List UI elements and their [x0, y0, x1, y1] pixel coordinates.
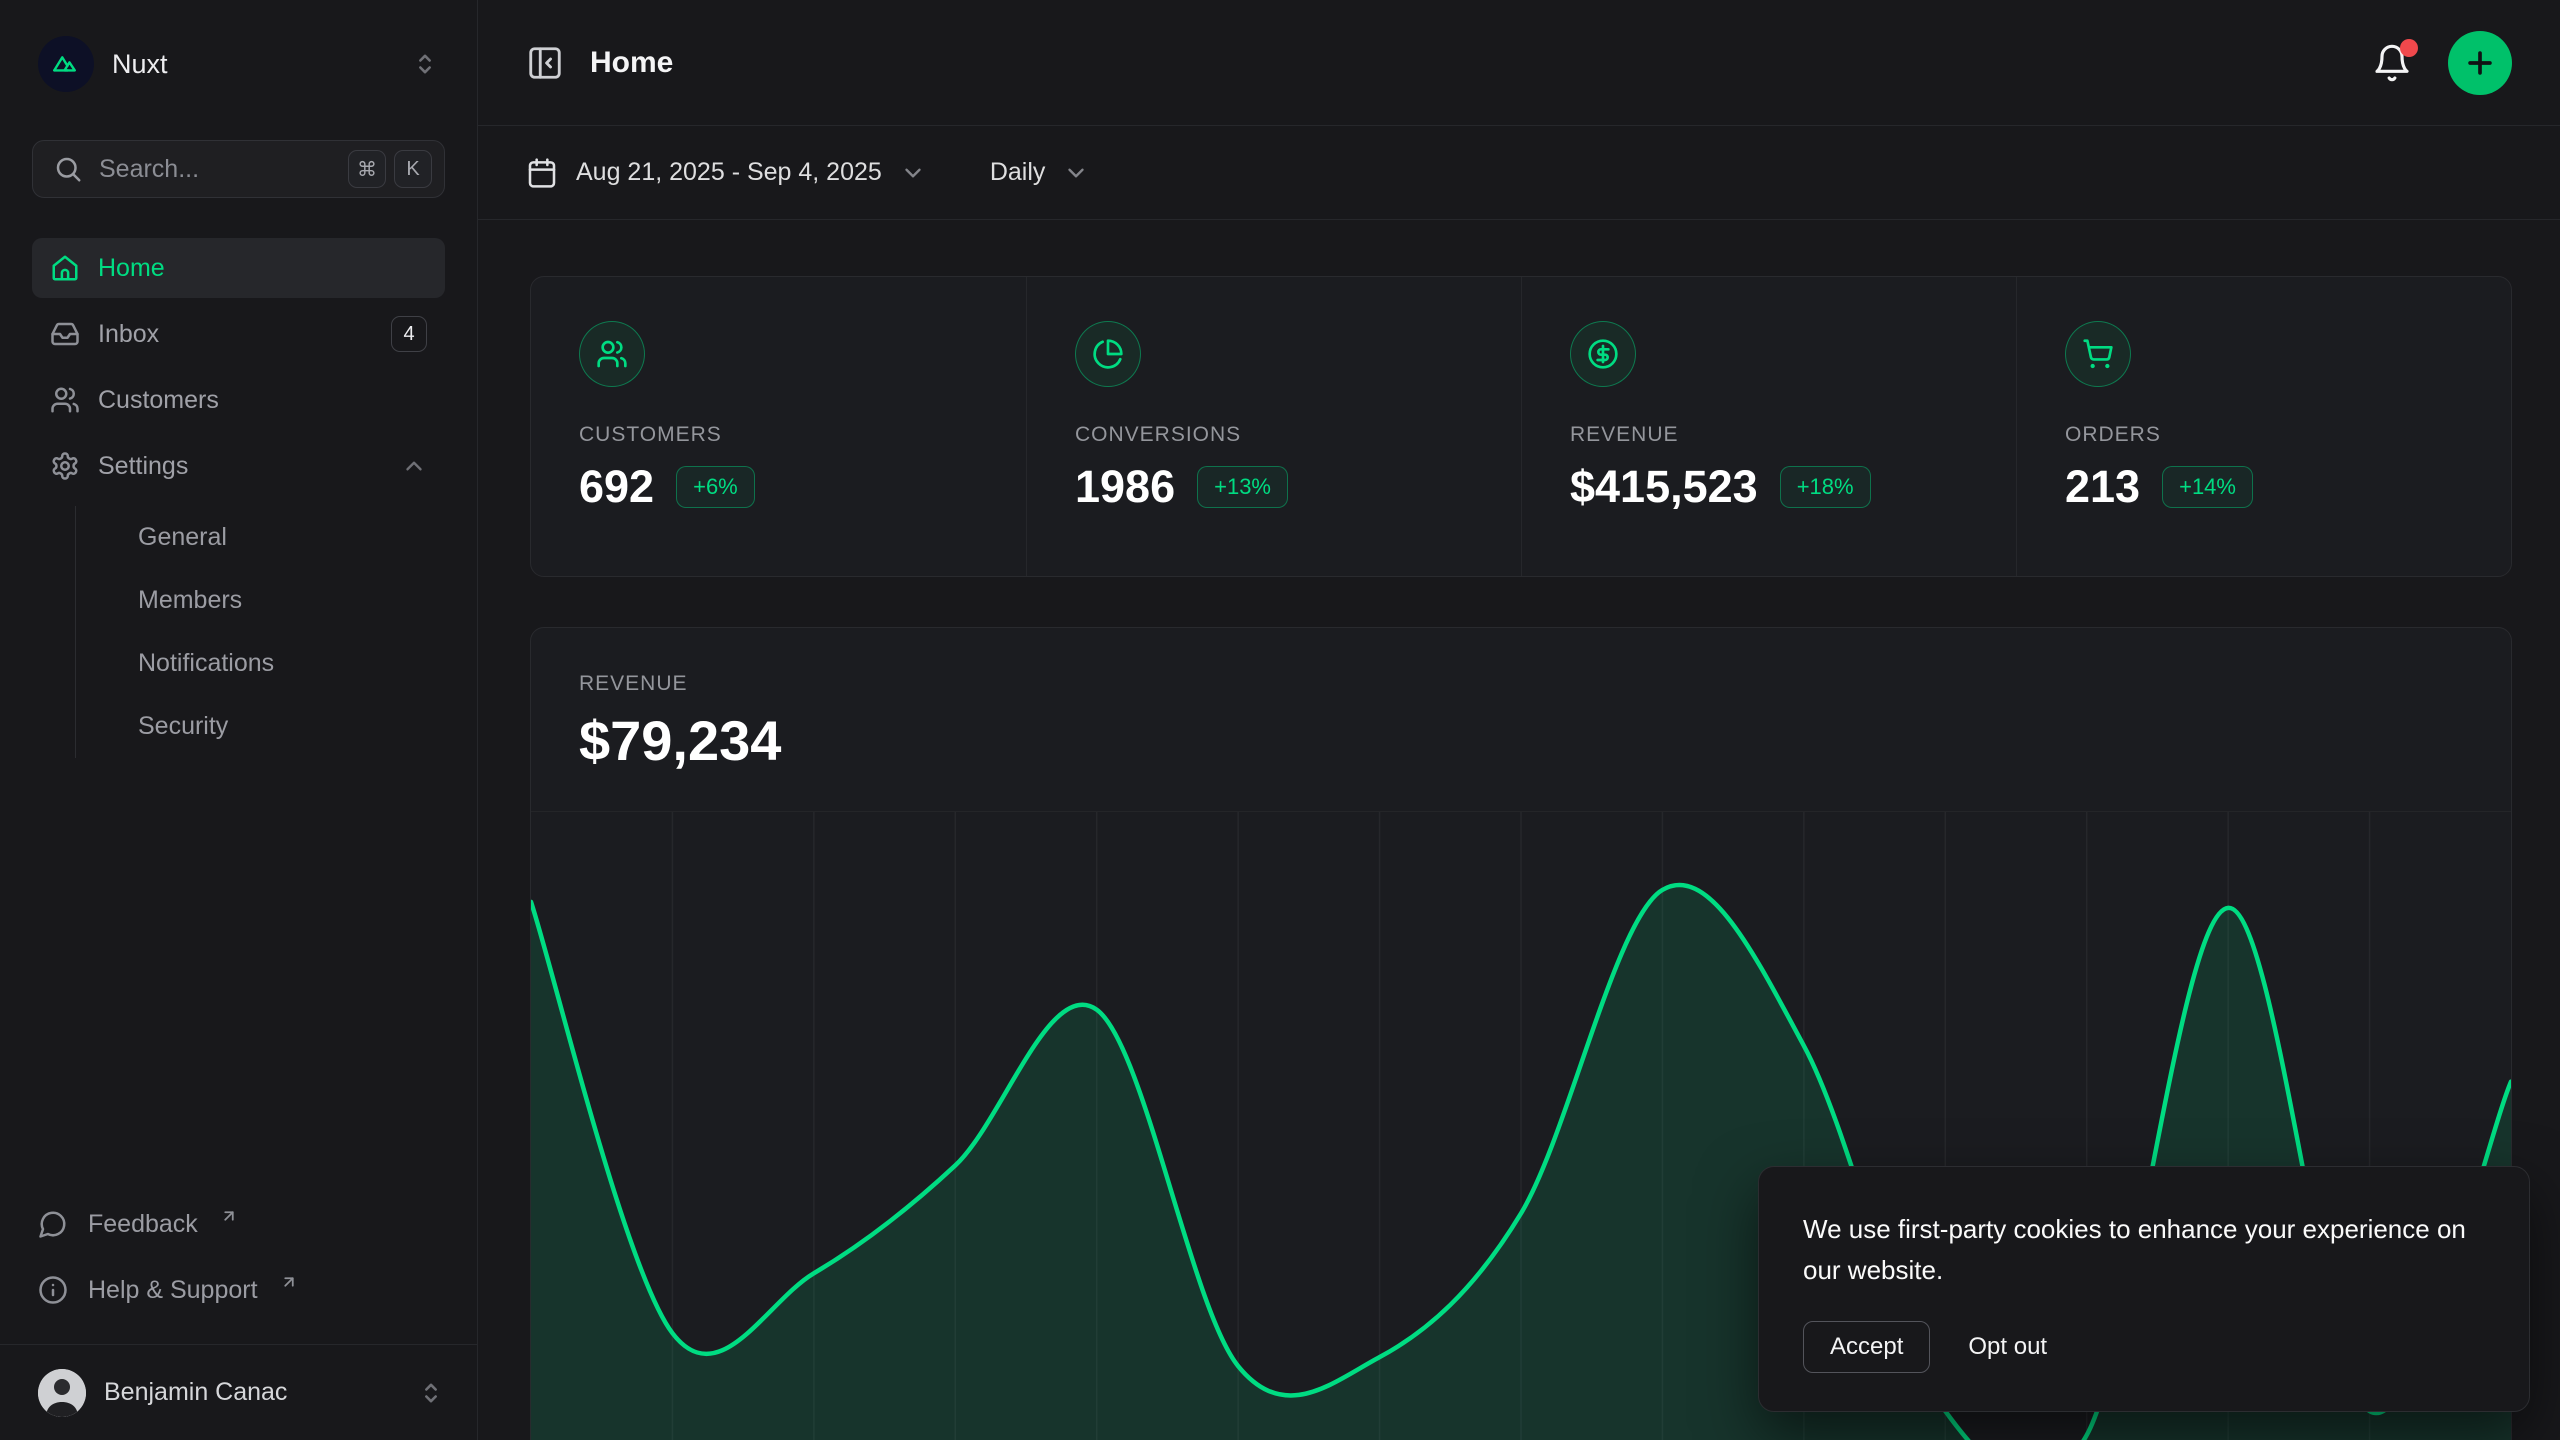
feedback-label: Feedback: [88, 1210, 198, 1239]
add-button[interactable]: [2448, 31, 2512, 95]
stat-delta-badge: +13%: [1197, 466, 1288, 508]
chevron-down-icon: [900, 160, 926, 186]
date-range-picker[interactable]: Aug 21, 2025 - Sep 4, 2025: [526, 157, 926, 189]
sidebar-item-notifications[interactable]: Notifications: [76, 632, 445, 695]
revenue-panel-label: REVENUE: [579, 672, 2463, 696]
stat-delta-badge: +6%: [676, 466, 755, 508]
toolbar: Aug 21, 2025 - Sep 4, 2025 Daily: [478, 126, 2560, 220]
sidebar-item-label: Inbox: [98, 320, 373, 349]
calendar-icon: [526, 157, 558, 189]
brand-name: Nuxt: [112, 49, 168, 80]
user-menu-chevrons-icon: [417, 1379, 445, 1407]
page-header: Home: [478, 0, 2560, 126]
stat-label: REVENUE: [1570, 423, 1968, 447]
sidebar-item-inbox[interactable]: Inbox 4: [32, 304, 445, 364]
sidebar-footer: Feedback Help & Support: [0, 1196, 477, 1344]
feedback-link[interactable]: Feedback: [38, 1196, 439, 1252]
avatar: [38, 1369, 86, 1417]
help-support-link[interactable]: Help & Support: [38, 1262, 439, 1318]
shopping-cart-icon: [2065, 321, 2131, 387]
user-menu[interactable]: Benjamin Canac: [0, 1344, 477, 1440]
nuxt-logo-icon: [38, 36, 94, 92]
chevron-up-icon: [401, 453, 427, 479]
search-input[interactable]: Search... ⌘ K: [32, 140, 445, 198]
stat-label: ORDERS: [2065, 423, 2463, 447]
cookie-banner: We use first-party cookies to enhance yo…: [1758, 1166, 2530, 1412]
stat-delta-badge: +18%: [1780, 466, 1871, 508]
info-circle-icon: [38, 1275, 68, 1305]
dollar-circle-icon: [1570, 321, 1636, 387]
sidebar-nav: Home Inbox 4 Customers: [32, 238, 445, 758]
users-icon: [579, 321, 645, 387]
pie-chart-icon: [1075, 321, 1141, 387]
gear-icon: [50, 451, 80, 481]
app-root: Nuxt Search... ⌘ K: [0, 0, 2560, 1440]
external-link-icon: [220, 1207, 238, 1225]
cookie-message: We use first-party cookies to enhance yo…: [1803, 1209, 2485, 1291]
user-name: Benjamin Canac: [104, 1378, 399, 1407]
notifications-button[interactable]: [2366, 37, 2418, 89]
sidebar-item-label: Settings: [98, 452, 383, 481]
users-icon: [50, 385, 80, 415]
optout-cookies-button[interactable]: Opt out: [1964, 1322, 2051, 1372]
sidebar-item-label: Customers: [98, 386, 219, 415]
sidebar-switcher-icon[interactable]: [411, 50, 439, 78]
external-link-icon: [280, 1273, 298, 1291]
chat-bubble-icon: [38, 1209, 68, 1239]
accept-cookies-button[interactable]: Accept: [1803, 1321, 1930, 1373]
inbox-icon: [50, 319, 80, 349]
home-icon: [50, 253, 80, 283]
stat-delta-badge: +14%: [2162, 466, 2253, 508]
sidebar-item-members[interactable]: Members: [76, 569, 445, 632]
sidebar-item-customers[interactable]: Customers: [32, 370, 445, 430]
stat-card-revenue[interactable]: REVENUE $415,523 +18%: [1521, 277, 2016, 576]
search-placeholder: Search...: [99, 155, 332, 184]
sidebar-item-settings[interactable]: Settings: [32, 436, 445, 496]
brand[interactable]: Nuxt: [38, 36, 168, 92]
stat-value: 692: [579, 461, 654, 513]
stat-value: 1986: [1075, 461, 1175, 513]
collapse-sidebar-icon[interactable]: [526, 44, 564, 82]
stat-card-customers[interactable]: CUSTOMERS 692 +6%: [531, 277, 1026, 576]
stat-card-orders[interactable]: ORDERS 213 +14%: [2016, 277, 2511, 576]
notification-dot: [2400, 39, 2418, 57]
stats-row: CUSTOMERS 692 +6% CONVERSIONS 1986 +13%: [530, 276, 2512, 577]
sidebar-item-label: Home: [98, 254, 165, 283]
date-range-label: Aug 21, 2025 - Sep 4, 2025: [576, 158, 882, 187]
help-support-label: Help & Support: [88, 1276, 258, 1305]
chevron-down-icon: [1063, 160, 1089, 186]
sidebar: Nuxt Search... ⌘ K: [0, 0, 478, 1440]
revenue-panel-value: $79,234: [579, 708, 2463, 773]
sidebar-item-general[interactable]: General: [76, 506, 445, 569]
stat-value: 213: [2065, 461, 2140, 513]
page-title: Home: [590, 46, 673, 80]
search-icon: [53, 154, 83, 184]
stat-label: CUSTOMERS: [579, 423, 978, 447]
sidebar-item-home[interactable]: Home: [32, 238, 445, 298]
kbd-cmd: ⌘: [348, 150, 386, 188]
sidebar-item-security[interactable]: Security: [76, 695, 445, 758]
stat-value: $415,523: [1570, 461, 1758, 513]
stat-card-conversions[interactable]: CONVERSIONS 1986 +13%: [1026, 277, 1521, 576]
inbox-count-badge: 4: [391, 316, 427, 352]
settings-subnav: General Members Notifications Security: [75, 506, 445, 758]
plus-icon: [2463, 46, 2497, 80]
granularity-label: Daily: [990, 158, 1046, 187]
kbd-k: K: [394, 150, 432, 188]
granularity-select[interactable]: Daily: [990, 158, 1090, 187]
stat-label: CONVERSIONS: [1075, 423, 1473, 447]
